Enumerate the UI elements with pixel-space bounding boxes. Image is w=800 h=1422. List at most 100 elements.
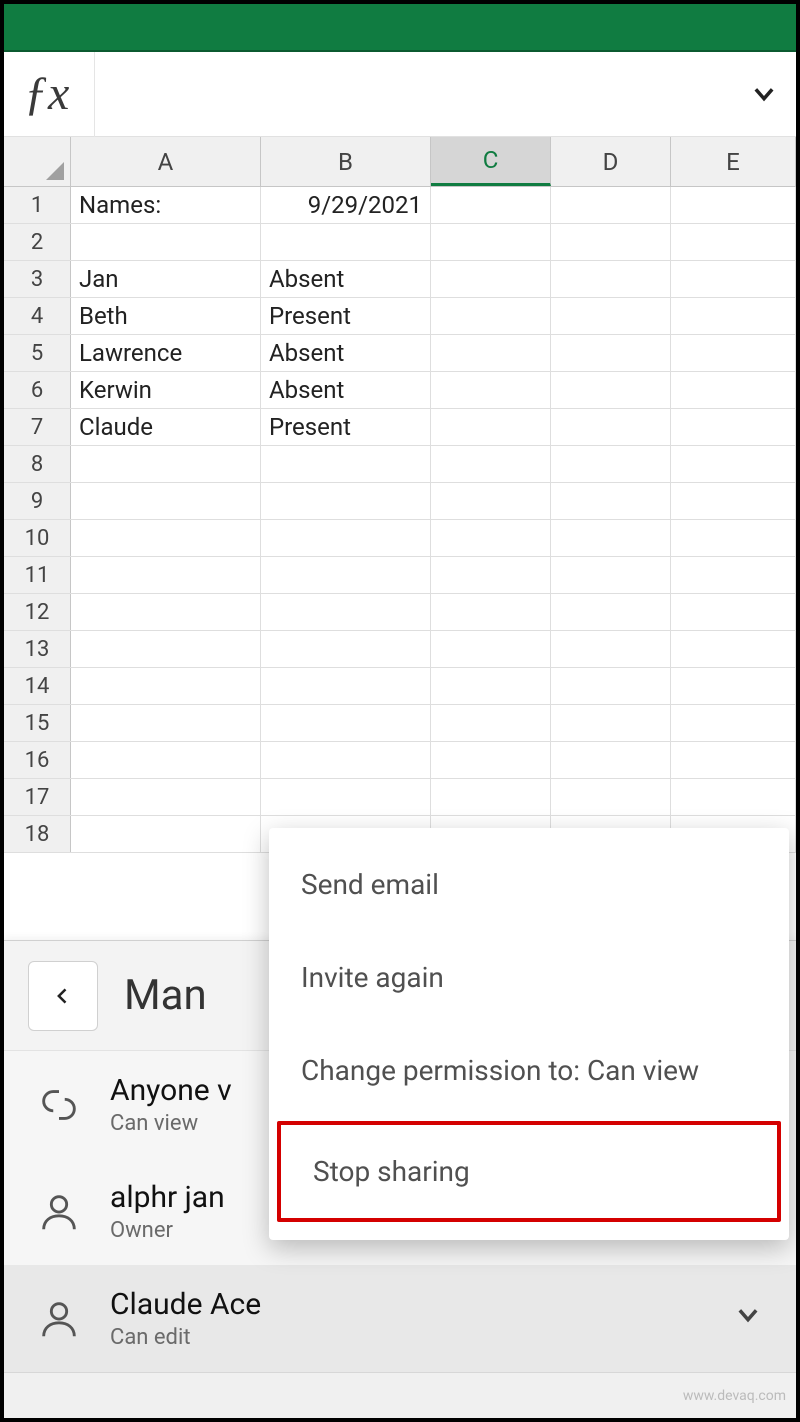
cell-B12[interactable]	[261, 594, 431, 630]
cell-D16[interactable]	[551, 742, 671, 778]
cell-A4[interactable]: Beth	[71, 298, 261, 334]
cell-D9[interactable]	[551, 483, 671, 519]
cell-B4[interactable]: Present	[261, 298, 431, 334]
cell-C16[interactable]	[431, 742, 551, 778]
cell-D5[interactable]	[551, 335, 671, 371]
cell-A11[interactable]	[71, 557, 261, 593]
row-header-12[interactable]: 12	[4, 594, 71, 630]
row-header-13[interactable]: 13	[4, 631, 71, 667]
cell-D8[interactable]	[551, 446, 671, 482]
cell-D13[interactable]	[551, 631, 671, 667]
row-header-4[interactable]: 4	[4, 298, 71, 334]
cell-D6[interactable]	[551, 372, 671, 408]
chevron-down-icon[interactable]	[734, 1301, 770, 1337]
row-header-16[interactable]: 16	[4, 742, 71, 778]
cell-C17[interactable]	[431, 779, 551, 815]
cell-A15[interactable]	[71, 705, 261, 741]
cell-E7[interactable]	[671, 409, 796, 445]
column-header-E[interactable]: E	[671, 137, 796, 186]
menu-item-send-email[interactable]: Send email	[269, 838, 789, 931]
row-header-15[interactable]: 15	[4, 705, 71, 741]
cell-D15[interactable]	[551, 705, 671, 741]
cell-C4[interactable]	[431, 298, 551, 334]
cell-E9[interactable]	[671, 483, 796, 519]
cell-E10[interactable]	[671, 520, 796, 556]
row-header-2[interactable]: 2	[4, 224, 71, 260]
cell-A9[interactable]	[71, 483, 261, 519]
cell-E3[interactable]	[671, 261, 796, 297]
cell-D17[interactable]	[551, 779, 671, 815]
cell-A10[interactable]	[71, 520, 261, 556]
cell-E15[interactable]	[671, 705, 796, 741]
menu-item-change-permission-to-can-view[interactable]: Change permission to: Can view	[269, 1024, 789, 1117]
cell-C11[interactable]	[431, 557, 551, 593]
cell-E14[interactable]	[671, 668, 796, 704]
row-header-6[interactable]: 6	[4, 372, 71, 408]
cell-C14[interactable]	[431, 668, 551, 704]
cell-D3[interactable]	[551, 261, 671, 297]
cell-A5[interactable]: Lawrence	[71, 335, 261, 371]
cell-C9[interactable]	[431, 483, 551, 519]
formula-input[interactable]	[107, 59, 744, 129]
column-header-B[interactable]: B	[261, 137, 431, 186]
column-header-D[interactable]: D	[551, 137, 671, 186]
cell-B15[interactable]	[261, 705, 431, 741]
row-header-17[interactable]: 17	[4, 779, 71, 815]
cell-E8[interactable]	[671, 446, 796, 482]
cell-C2[interactable]	[431, 224, 551, 260]
row-header-11[interactable]: 11	[4, 557, 71, 593]
cell-C8[interactable]	[431, 446, 551, 482]
cell-D4[interactable]	[551, 298, 671, 334]
cell-E11[interactable]	[671, 557, 796, 593]
cell-D2[interactable]	[551, 224, 671, 260]
menu-item-invite-again[interactable]: Invite again	[269, 931, 789, 1024]
cell-D10[interactable]	[551, 520, 671, 556]
share-item-2[interactable]: Claude AceCan edit	[4, 1265, 796, 1372]
cell-A2[interactable]	[71, 224, 261, 260]
select-all-corner[interactable]	[4, 137, 71, 186]
cell-A1[interactable]: Names:	[71, 187, 261, 223]
cell-C6[interactable]	[431, 372, 551, 408]
cell-C7[interactable]	[431, 409, 551, 445]
cell-D12[interactable]	[551, 594, 671, 630]
menu-item-stop-sharing[interactable]: Stop sharing	[277, 1121, 781, 1222]
cell-B6[interactable]: Absent	[261, 372, 431, 408]
cell-E13[interactable]	[671, 631, 796, 667]
cell-E5[interactable]	[671, 335, 796, 371]
cell-A18[interactable]	[71, 816, 261, 852]
cell-B5[interactable]: Absent	[261, 335, 431, 371]
cell-A8[interactable]	[71, 446, 261, 482]
cell-E12[interactable]	[671, 594, 796, 630]
cell-B14[interactable]	[261, 668, 431, 704]
cell-C13[interactable]	[431, 631, 551, 667]
cell-C12[interactable]	[431, 594, 551, 630]
row-header-14[interactable]: 14	[4, 668, 71, 704]
row-header-1[interactable]: 1	[4, 187, 71, 223]
column-header-C[interactable]: C	[431, 137, 551, 186]
cell-B9[interactable]	[261, 483, 431, 519]
cell-C3[interactable]	[431, 261, 551, 297]
cell-A12[interactable]	[71, 594, 261, 630]
cell-C10[interactable]	[431, 520, 551, 556]
row-header-8[interactable]: 8	[4, 446, 71, 482]
cell-C1[interactable]	[431, 187, 551, 223]
row-header-18[interactable]: 18	[4, 816, 71, 852]
row-header-3[interactable]: 3	[4, 261, 71, 297]
cell-A3[interactable]: Jan	[71, 261, 261, 297]
back-button[interactable]	[28, 961, 98, 1031]
cell-B11[interactable]	[261, 557, 431, 593]
cell-B10[interactable]	[261, 520, 431, 556]
cell-D1[interactable]	[551, 187, 671, 223]
cell-E6[interactable]	[671, 372, 796, 408]
cell-D11[interactable]	[551, 557, 671, 593]
cell-B16[interactable]	[261, 742, 431, 778]
cell-A17[interactable]	[71, 779, 261, 815]
row-header-9[interactable]: 9	[4, 483, 71, 519]
cell-B7[interactable]: Present	[261, 409, 431, 445]
cell-D14[interactable]	[551, 668, 671, 704]
cell-A14[interactable]	[71, 668, 261, 704]
cell-A6[interactable]: Kerwin	[71, 372, 261, 408]
row-header-10[interactable]: 10	[4, 520, 71, 556]
cell-E16[interactable]	[671, 742, 796, 778]
chevron-down-icon[interactable]	[744, 74, 784, 114]
